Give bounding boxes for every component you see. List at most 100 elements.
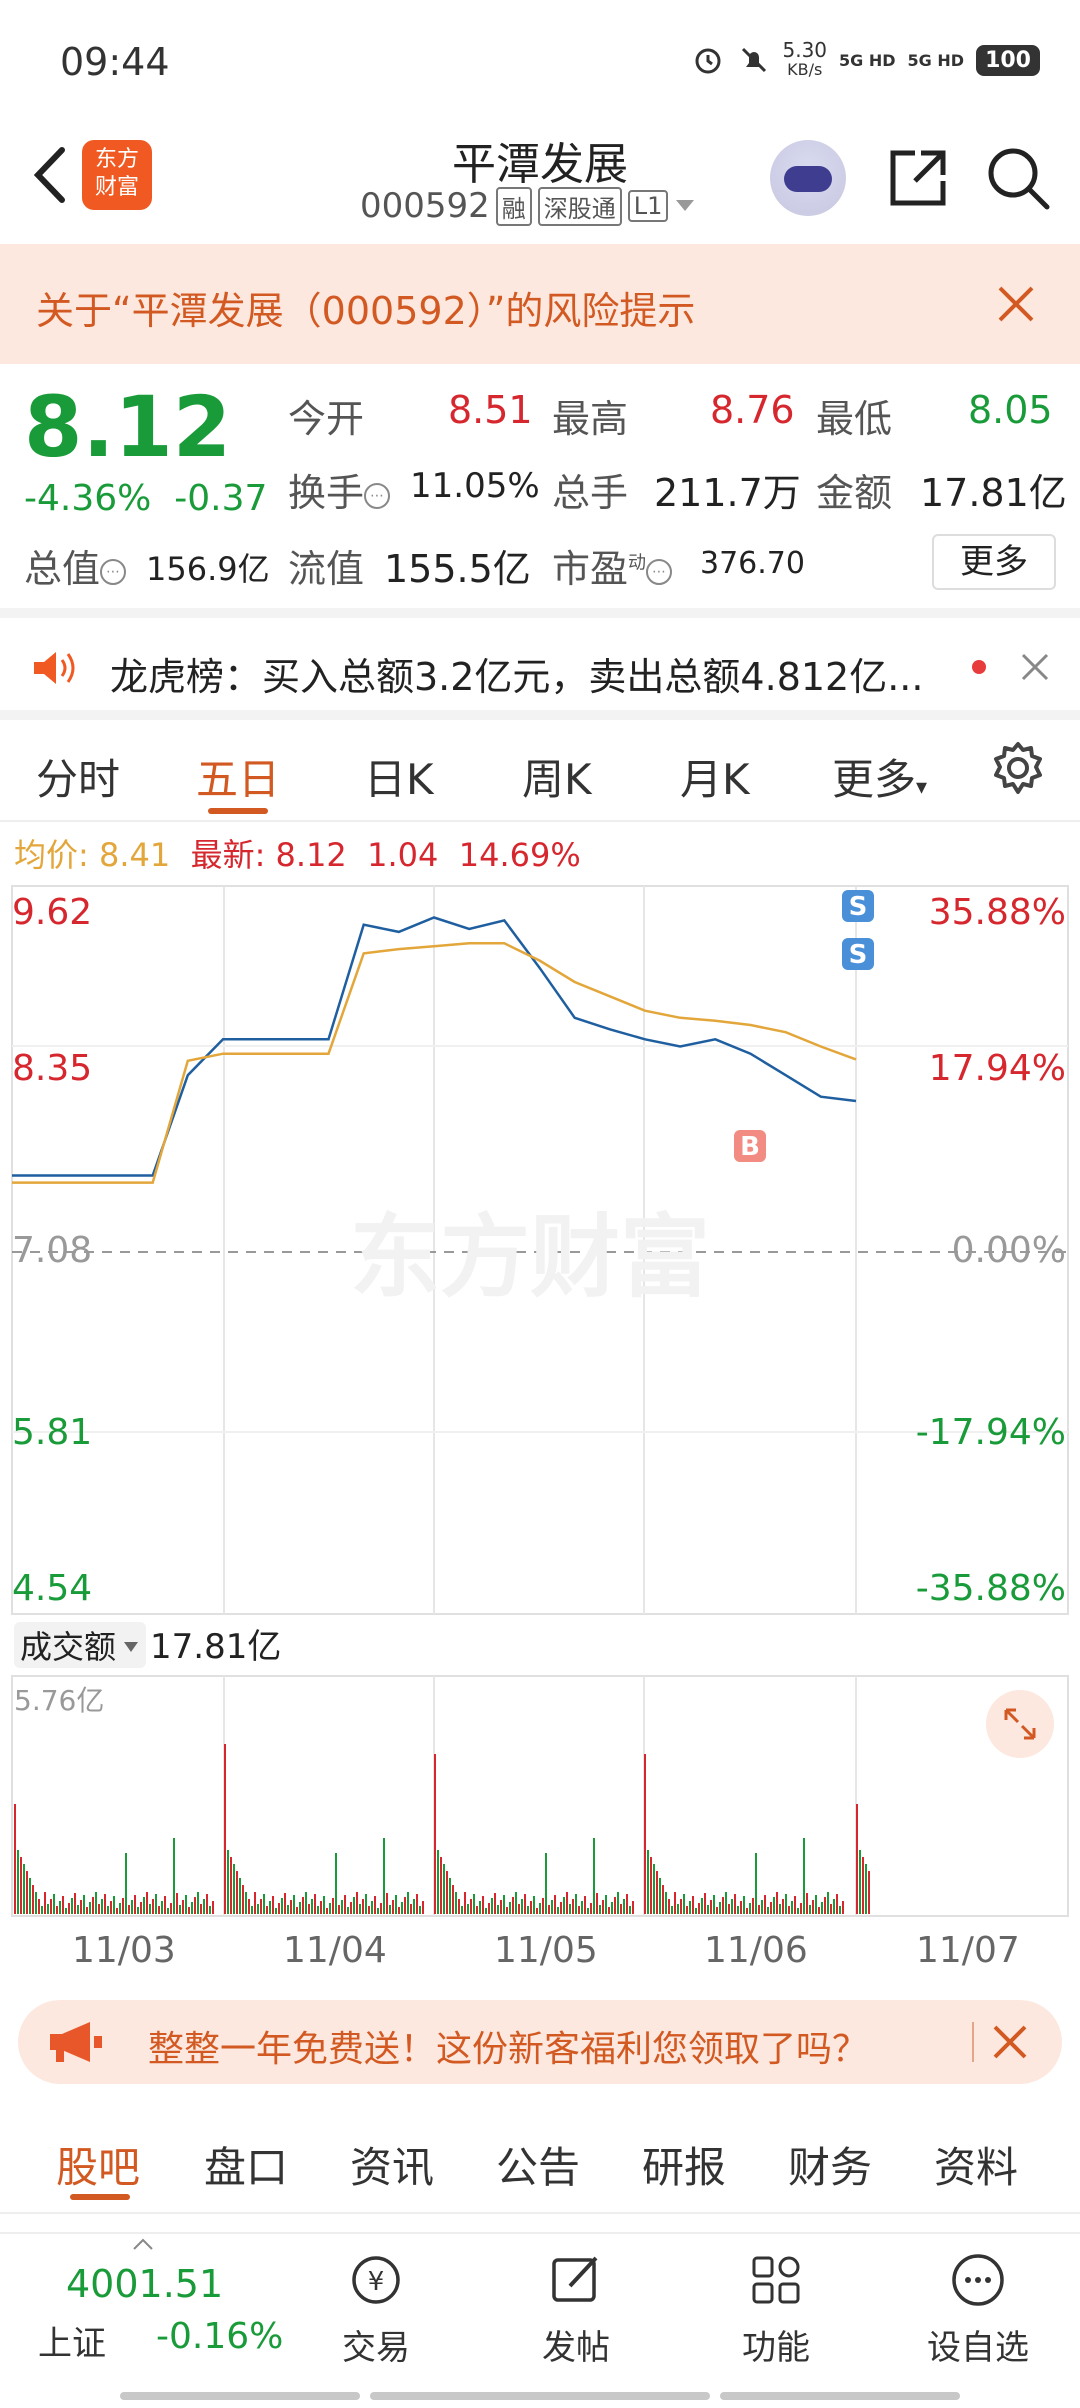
- volume-bar: [461, 1906, 463, 1914]
- volume-bar: [440, 1857, 442, 1914]
- volume-bar: [257, 1904, 259, 1914]
- volume-bar: [809, 1905, 811, 1914]
- volume-bar: [500, 1900, 502, 1914]
- volume-bar: [422, 1901, 424, 1914]
- volume-bar: [509, 1902, 511, 1914]
- volume-bar: [536, 1908, 538, 1914]
- divider: [972, 2022, 974, 2062]
- svg-text:¥: ¥: [368, 2267, 385, 2297]
- close-icon[interactable]: [996, 284, 1036, 324]
- tab-weekly-k[interactable]: 周K: [522, 746, 592, 807]
- gesture-bar: [120, 2392, 360, 2400]
- volume-bar: [560, 1902, 562, 1914]
- tab-research[interactable]: 研报: [642, 2134, 726, 2195]
- volume-bar: [212, 1901, 214, 1914]
- volume-bar: [752, 1898, 754, 1914]
- y-tick-right: 35.88%: [929, 892, 1066, 933]
- volume-bar: [770, 1902, 772, 1914]
- volume-bar: [86, 1907, 88, 1914]
- volume-bar: [149, 1904, 151, 1914]
- info-icon[interactable]: ⋯: [646, 558, 673, 585]
- expand-button[interactable]: [986, 1690, 1054, 1758]
- promo-banner[interactable]: 整整一年免费送！这份新客福利您领取了吗？: [18, 2000, 1062, 2084]
- volume-bar: [449, 1878, 451, 1914]
- index-name[interactable]: 上证: [38, 2316, 106, 2365]
- risk-text: 关于“平潭发展（000592）”的风险提示: [36, 289, 696, 333]
- share-icon[interactable]: [885, 145, 951, 211]
- tab-orderbook[interactable]: 盘口: [204, 2134, 288, 2195]
- info-icon[interactable]: ⋯: [100, 558, 127, 585]
- watermark: 东方财富: [350, 1205, 710, 1310]
- volume-bar: [665, 1892, 667, 1914]
- volume-bar: [254, 1892, 256, 1914]
- volume-bar: [476, 1906, 478, 1914]
- assistant-robot-icon[interactable]: [770, 140, 846, 216]
- y-tick-left: 9.62: [12, 892, 92, 933]
- volume-bar: [862, 1857, 864, 1914]
- volume-bar: [773, 1897, 775, 1914]
- tab-five-day[interactable]: 五日: [196, 746, 280, 807]
- tab-forum[interactable]: 股吧: [56, 2134, 140, 2195]
- y-tick-right: -17.94%: [916, 1412, 1066, 1453]
- index-change[interactable]: -0.16%: [156, 2316, 283, 2357]
- stock-subtitle[interactable]: 000592 融 深股通 L1: [360, 186, 696, 226]
- volume-bar: [650, 1857, 652, 1914]
- nav-watchlist[interactable]: 设自选: [908, 2250, 1048, 2369]
- more-quote-button[interactable]: 更多: [932, 534, 1056, 590]
- volume-bar: [359, 1904, 361, 1914]
- search-icon[interactable]: [985, 145, 1051, 211]
- volume-bar: [482, 1896, 484, 1914]
- tab-more[interactable]: 更多▾: [832, 746, 927, 807]
- volume-total: 17.81亿: [150, 1627, 281, 1667]
- volume-bar: [311, 1899, 313, 1914]
- mute-bell-icon: [741, 47, 766, 73]
- nav-post[interactable]: 发帖: [506, 2250, 646, 2369]
- y-tick-left: 5.81: [12, 1412, 92, 1453]
- risk-banner[interactable]: 关于“平潭发展（000592）”的风险提示: [0, 244, 1080, 364]
- volume-bar: [812, 1900, 814, 1914]
- volume-bar: [158, 1906, 160, 1914]
- tab-news[interactable]: 资讯: [350, 2134, 434, 2195]
- tab-announcements[interactable]: 公告: [496, 2134, 580, 2195]
- volume-bar: [617, 1892, 619, 1914]
- info-icon[interactable]: ⋯: [364, 482, 391, 509]
- volume-bar: [32, 1885, 34, 1914]
- nav-functions[interactable]: 功能: [706, 2250, 846, 2369]
- volume-bar: [797, 1908, 799, 1914]
- volume-bar: [626, 1894, 628, 1914]
- nav-trade[interactable]: ¥ 交易: [306, 2250, 446, 2369]
- expand-up-icon[interactable]: [132, 2236, 154, 2255]
- volume-bar: [716, 1907, 718, 1914]
- volume-bar: [713, 1895, 715, 1914]
- current-price: 8.12: [24, 378, 232, 476]
- marker-label: B: [740, 1132, 760, 1162]
- y-tick-left: 8.35: [12, 1048, 92, 1089]
- price-change: -4.36% -0.37: [24, 478, 268, 519]
- close-icon[interactable]: [1020, 652, 1050, 682]
- close-icon[interactable]: [992, 2024, 1028, 2060]
- volume-bar: [287, 1905, 289, 1914]
- tab-finance[interactable]: 财务: [788, 2134, 872, 2195]
- tab-profile[interactable]: 资料: [934, 2134, 1018, 2195]
- volume-bar: [701, 1898, 703, 1914]
- volume-bar: [92, 1897, 94, 1914]
- index-value[interactable]: 4001.51: [66, 2262, 223, 2306]
- volume-bar: [179, 1905, 181, 1914]
- status-icons: 5.30 KB/s 5G HD 5G HD 100: [691, 40, 1040, 80]
- volume-bar: [746, 1908, 748, 1914]
- volume-bar: [371, 1901, 373, 1914]
- volume-bar: [80, 1900, 82, 1914]
- volume-bar: [281, 1898, 283, 1914]
- tab-intraday[interactable]: 分时: [36, 746, 120, 807]
- settings-gear-icon[interactable]: [990, 740, 1046, 796]
- y-tick-right: 17.94%: [929, 1048, 1066, 1089]
- dragon-tiger-bar[interactable]: 龙虎榜：买入总额3.2亿元，卖出总额4.812亿...: [0, 618, 1080, 718]
- volume-bar: [530, 1901, 532, 1914]
- volume-bar: [785, 1894, 787, 1914]
- volume-bar: [35, 1892, 37, 1914]
- tab-monthly-k[interactable]: 月K: [680, 746, 750, 807]
- volume-bar: [656, 1871, 658, 1914]
- tab-daily-k[interactable]: 日K: [364, 746, 434, 807]
- volume-bar: [683, 1894, 685, 1914]
- five-day-chart[interactable]: 东方财富 SS B 9.62 8.35 7.08 5.81 4.54 35.88%…: [0, 878, 1080, 1928]
